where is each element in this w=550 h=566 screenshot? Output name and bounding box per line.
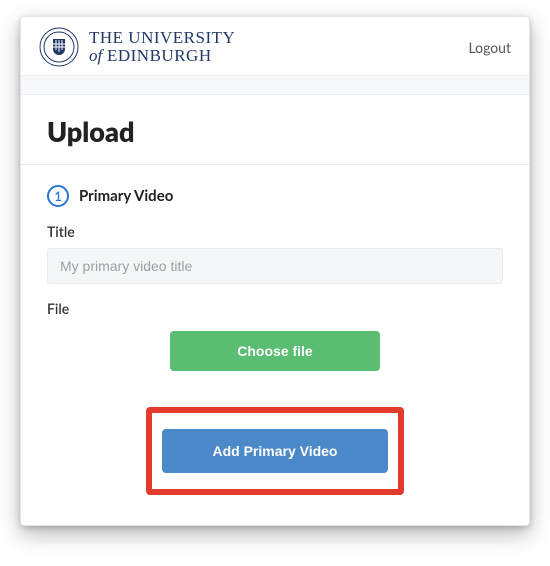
brand: THE UNIVERSITY of EDINBURGH: [39, 27, 235, 67]
sub-header-bar: [21, 75, 529, 95]
university-crest-icon: [39, 27, 79, 67]
logout-link[interactable]: Logout: [468, 39, 511, 56]
brand-line1: THE UNIVERSITY: [89, 29, 235, 47]
title-label: Title: [47, 223, 503, 240]
page-title: Upload: [47, 115, 503, 148]
main-content: Upload 1 Primary Video Title File Choose…: [21, 95, 529, 525]
choose-file-button[interactable]: Choose file: [170, 331, 380, 371]
title-input[interactable]: [47, 248, 503, 284]
app-window: THE UNIVERSITY of EDINBURGH Logout Uploa…: [20, 16, 530, 526]
divider: [21, 164, 529, 165]
highlight-annotation: Add Primary Video: [146, 407, 404, 495]
brand-text: THE UNIVERSITY of EDINBURGH: [89, 29, 235, 65]
header: THE UNIVERSITY of EDINBURGH Logout: [21, 17, 529, 75]
step-header: 1 Primary Video: [47, 185, 503, 207]
step-title: Primary Video: [79, 187, 173, 205]
step-number-badge: 1: [47, 185, 69, 207]
brand-line2: of EDINBURGH: [89, 47, 235, 65]
add-primary-video-button[interactable]: Add Primary Video: [162, 429, 388, 473]
file-label: File: [47, 300, 503, 317]
